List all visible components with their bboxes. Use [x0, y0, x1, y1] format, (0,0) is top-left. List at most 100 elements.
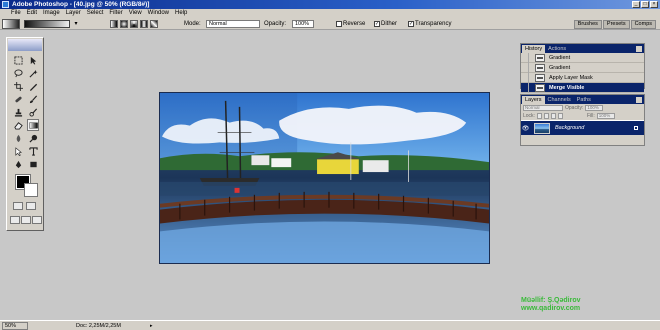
- history-palette: History Actions Gradient Gradient Apply …: [520, 43, 645, 93]
- lasso-tool-icon[interactable]: [12, 67, 24, 79]
- angle-gradient-icon[interactable]: [130, 20, 138, 28]
- history-item-active[interactable]: Merge Visible: [521, 82, 644, 93]
- history-brush-tool-icon[interactable]: [27, 106, 39, 118]
- menu-image[interactable]: Image: [40, 9, 63, 18]
- chevron-right-icon[interactable]: ▸: [150, 322, 158, 330]
- gradient-picker[interactable]: [24, 20, 70, 28]
- well-tab-presets[interactable]: Presets: [602, 20, 630, 29]
- dodge-tool-icon[interactable]: [27, 132, 39, 144]
- window-title: Adobe Photoshop - [40.jpg @ 50% (RGB/8#)…: [12, 1, 150, 8]
- standard-mode-button[interactable]: [13, 202, 23, 210]
- move-tool-icon[interactable]: [27, 54, 39, 66]
- lock-icon: [634, 126, 638, 130]
- gradient-step-icon: [535, 53, 545, 62]
- minimize-button[interactable]: _: [632, 1, 640, 8]
- options-bar: ▾ Mode: Normal Opacity: 100% Reverse ✓ D…: [0, 18, 660, 30]
- palette-menu-icon[interactable]: [636, 97, 642, 103]
- dither-check-box[interactable]: ✓: [374, 21, 380, 27]
- path-selection-tool-icon[interactable]: [12, 145, 24, 157]
- menu-filter[interactable]: Filter: [106, 9, 125, 18]
- palette-menu-icon[interactable]: [636, 46, 642, 52]
- toolbox-header[interactable]: [8, 39, 42, 51]
- crop-tool-icon[interactable]: [12, 80, 24, 92]
- document-canvas[interactable]: [159, 92, 490, 264]
- dither-checkbox[interactable]: ✓ Dither: [374, 20, 397, 28]
- reflected-gradient-icon[interactable]: [140, 20, 148, 28]
- background-color-swatch[interactable]: [24, 183, 38, 197]
- lock-position-icon[interactable]: [550, 113, 556, 119]
- magic-wand-tool-icon[interactable]: [27, 67, 39, 79]
- eraser-tool-icon[interactable]: [12, 119, 24, 131]
- menu-help[interactable]: Help: [172, 9, 190, 18]
- history-item[interactable]: Apply Layer Mask: [521, 72, 644, 83]
- brush-tool-icon[interactable]: [27, 93, 39, 105]
- tab-paths[interactable]: Paths: [574, 96, 594, 104]
- menu-select[interactable]: Select: [84, 9, 107, 18]
- menu-file[interactable]: File: [8, 9, 24, 18]
- transparency-checkbox[interactable]: ✓ Transparency: [408, 20, 451, 28]
- well-tab-comps[interactable]: Comps: [630, 20, 656, 29]
- transparency-label: Transparency: [415, 21, 452, 27]
- reverse-check-box[interactable]: [336, 21, 342, 27]
- screen-mode-standard-button[interactable]: [10, 216, 20, 224]
- lock-image-icon[interactable]: [543, 113, 549, 119]
- title-bar: Adobe Photoshop - [40.jpg @ 50% (RGB/8#)…: [0, 0, 660, 9]
- lock-label: Lock:: [523, 113, 535, 119]
- lock-all-icon[interactable]: [557, 113, 563, 119]
- watermark-author: Müəllif: Ş.Qədirov: [521, 297, 581, 304]
- pen-tool-icon[interactable]: [12, 158, 24, 170]
- close-button[interactable]: ×: [650, 1, 658, 8]
- status-bar: 50% Doc: 2,25M/2,25M ▸: [0, 320, 660, 330]
- opacity-field[interactable]: 100%: [292, 20, 314, 28]
- zoom-field[interactable]: 50%: [2, 322, 28, 330]
- author-watermark: Müəllif: Ş.Qədirov www.qadirov.com: [521, 297, 621, 313]
- marquee-tool-icon[interactable]: [12, 54, 24, 66]
- layer-thumbnail: [534, 122, 550, 134]
- menu-edit[interactable]: Edit: [24, 9, 40, 18]
- palette-well: Brushes Presets Comps: [573, 20, 656, 29]
- tab-actions[interactable]: Actions: [545, 45, 569, 53]
- menu-layer[interactable]: Layer: [63, 9, 84, 18]
- layer-name: Background: [555, 125, 585, 131]
- opacity-label: Opacity:: [264, 21, 287, 27]
- screen-mode-full-menu-button[interactable]: [21, 216, 31, 224]
- healing-brush-tool-icon[interactable]: [12, 93, 24, 105]
- harbor-photo: [160, 93, 489, 263]
- linear-gradient-icon[interactable]: [110, 20, 118, 28]
- reverse-label: Reverse: [343, 21, 366, 27]
- quick-mask-mode-button[interactable]: [26, 202, 36, 210]
- layer-opacity-field[interactable]: 100%: [585, 105, 604, 111]
- gradient-tool-preset-icon[interactable]: [2, 19, 20, 29]
- menu-view[interactable]: View: [126, 9, 145, 18]
- maximize-button[interactable]: □: [641, 1, 649, 8]
- type-tool-icon[interactable]: [27, 145, 39, 157]
- history-item[interactable]: Gradient: [521, 52, 644, 63]
- photoshop-app-icon[interactable]: [2, 1, 9, 8]
- screen-mode-full-button[interactable]: [32, 216, 42, 224]
- radial-gradient-icon[interactable]: [120, 20, 128, 28]
- dither-label: Dither: [381, 21, 398, 27]
- blur-tool-icon[interactable]: [12, 132, 24, 144]
- clone-stamp-tool-icon[interactable]: [12, 106, 24, 118]
- fill-field[interactable]: 100%: [596, 113, 615, 119]
- menu-window[interactable]: Window: [145, 9, 172, 18]
- well-tab-brushes[interactable]: Brushes: [573, 20, 602, 29]
- tab-channels[interactable]: Channels: [545, 96, 574, 104]
- history-item[interactable]: Gradient: [521, 62, 644, 73]
- watermark-site: www.qadirov.com: [521, 305, 581, 312]
- layer-row-background[interactable]: 👁 Background: [521, 120, 644, 135]
- eye-icon[interactable]: 👁: [521, 125, 530, 132]
- blend-mode-select[interactable]: Normal: [523, 105, 563, 111]
- rectangle-tool-icon[interactable]: [27, 158, 39, 170]
- tab-layers[interactable]: Layers: [522, 96, 545, 104]
- lock-transparency-icon[interactable]: [536, 113, 542, 119]
- slice-tool-icon[interactable]: [27, 80, 39, 92]
- diamond-gradient-icon[interactable]: [150, 20, 158, 28]
- toolbox: [6, 37, 44, 231]
- gradient-tool-icon[interactable]: [27, 119, 39, 131]
- mode-select[interactable]: Normal: [206, 20, 260, 28]
- document-size: Doc: 2,25M/2,25M: [76, 323, 121, 329]
- transparency-check-box[interactable]: ✓: [408, 21, 414, 27]
- reverse-checkbox[interactable]: Reverse: [336, 20, 365, 28]
- chevron-down-icon[interactable]: ▾: [72, 20, 80, 28]
